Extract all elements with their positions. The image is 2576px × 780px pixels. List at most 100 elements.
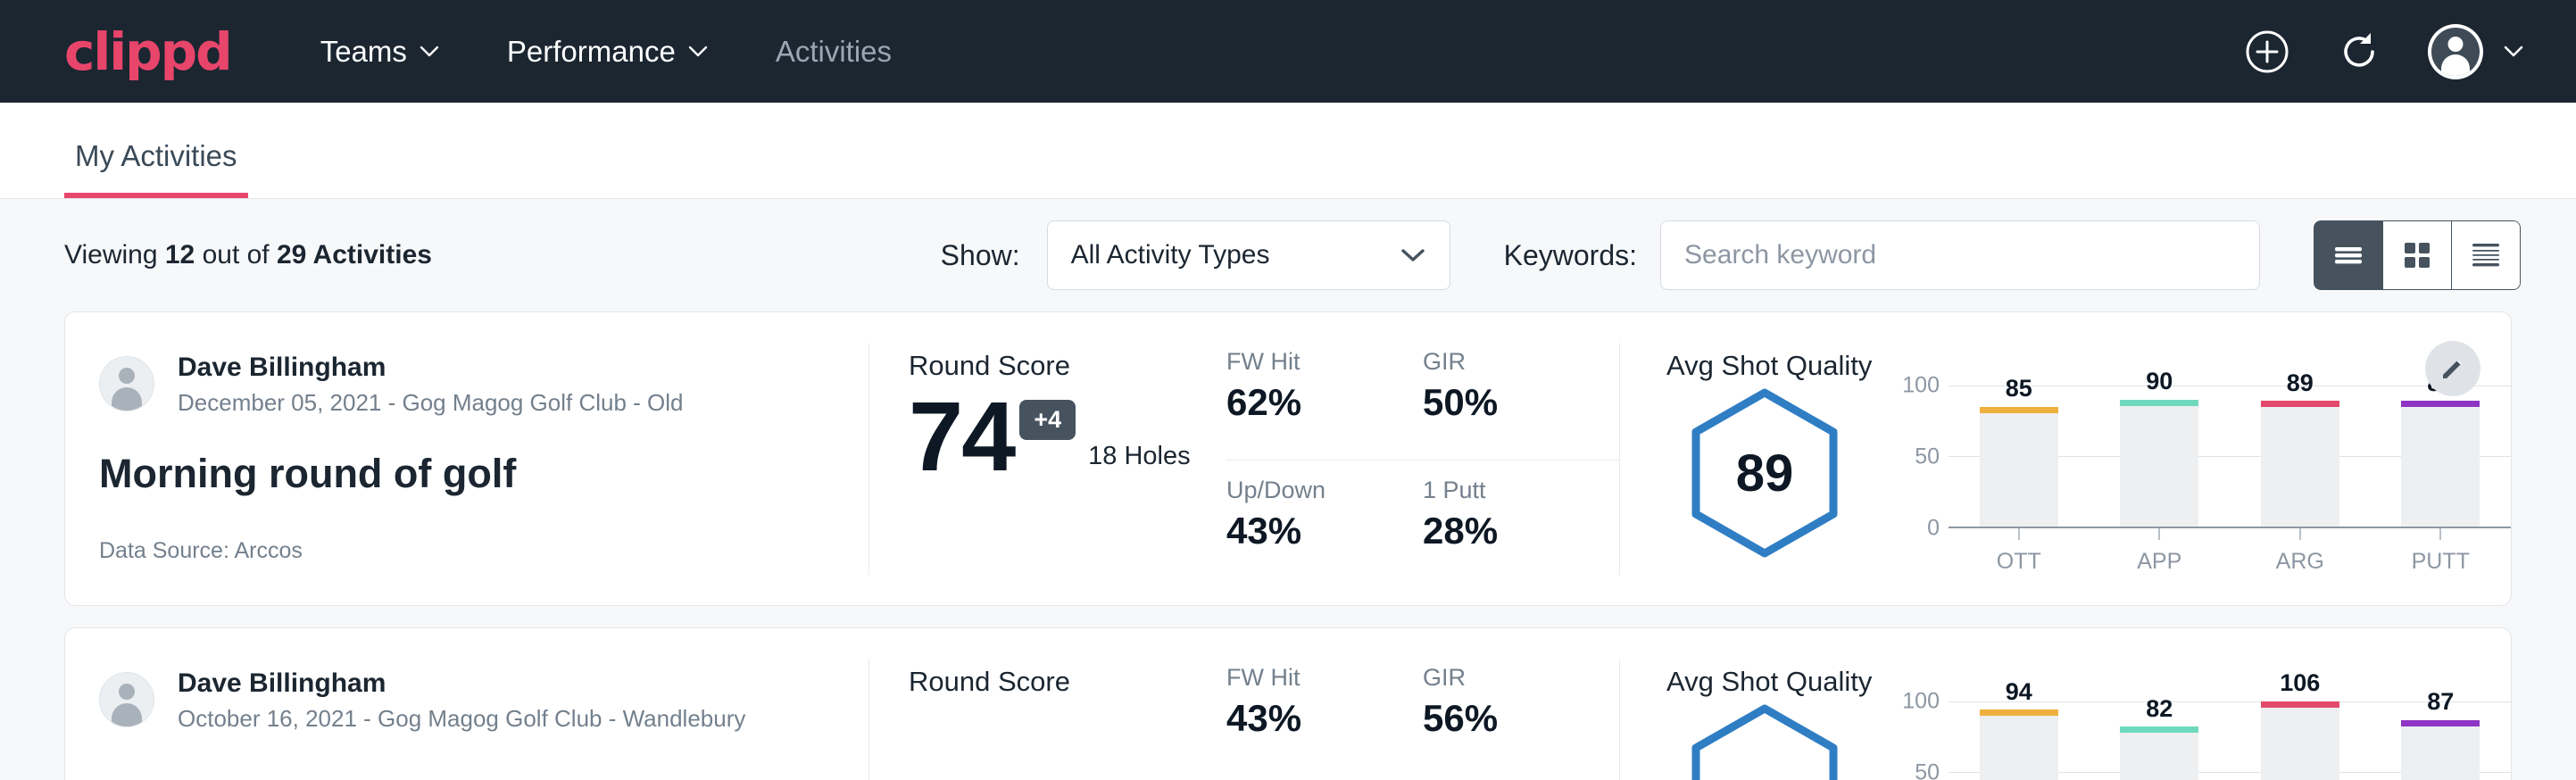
chart-y-axis: 100 50 0 [1893, 701, 1949, 780]
stat-up-down-label: Up/Down [1226, 477, 1400, 504]
stat-gir: GIR 56% [1423, 664, 1619, 780]
bar-value-app: 90 [2146, 368, 2173, 395]
chart-y-axis: 100 50 0 [1893, 386, 1949, 528]
bar-group-arg: 106 [2230, 701, 2371, 780]
y-tick-50: 50 [1915, 760, 1940, 780]
bar-group-app: 90 [2090, 386, 2231, 527]
activity-card-summary: Dave Billingham December 05, 2021 - Gog … [65, 312, 868, 605]
bar-value-app: 82 [2146, 695, 2173, 723]
search-input[interactable] [1660, 220, 2260, 290]
stat-gir-value: 56% [1423, 697, 1596, 740]
user-avatar-icon [2428, 24, 2483, 79]
nav-item-teams[interactable]: Teams [320, 35, 439, 69]
quality-hexagon [1666, 701, 1863, 780]
filter-bar: Viewing 12 out of 29 Activities Show: Al… [0, 199, 2576, 311]
activity-type-select-value: All Activity Types [1071, 240, 1270, 270]
shot-quality-bar-chart: 100 50 0 85 [1863, 386, 2511, 575]
bar-ott [1980, 709, 2058, 780]
view-mode-detail-button[interactable] [2451, 220, 2521, 290]
stat-one-putt: 1 Putt 28% [1423, 477, 1619, 574]
viewing-prefix: Viewing [64, 240, 165, 270]
y-tick-100: 100 [1902, 689, 1940, 715]
x-tick-app: APP [2090, 528, 2231, 575]
stat-fw-hit-label: FW Hit [1226, 348, 1400, 376]
stat-gir-value: 50% [1423, 381, 1596, 424]
chart-x-axis: OTT APP ARG PUTT [1949, 528, 2511, 575]
round-stats-grid: FW Hit 62% GIR 50% Up/Down 43% 1 Putt 28… [1226, 312, 1619, 605]
view-mode-list-button[interactable] [2314, 220, 2383, 290]
activity-card-list: Dave Billingham December 05, 2021 - Gog … [0, 311, 2576, 780]
avg-shot-quality-section: Avg Shot Quality 89 100 50 [1620, 312, 2511, 605]
stat-fw-hit: FW Hit 43% [1226, 664, 1423, 780]
stat-one-putt-value: 28% [1423, 510, 1596, 552]
avg-shot-quality-section: Avg Shot Quality 100 50 [1620, 628, 2511, 780]
viewing-count: 12 [165, 240, 195, 270]
detail-view-icon [2468, 240, 2504, 270]
stat-gir-label: GIR [1423, 664, 1596, 692]
avatar [99, 356, 154, 411]
bar-arg [2261, 701, 2339, 780]
bar-value-arg: 106 [2280, 669, 2320, 697]
shot-quality-bar-chart: 100 50 0 94 [1863, 701, 2511, 780]
activity-card-summary: Dave Billingham October 16, 2021 - Gog M… [65, 628, 868, 780]
chart-plot-area: 85 90 89 [1949, 386, 2511, 528]
activity-card[interactable]: Dave Billingham December 05, 2021 - Gog … [64, 311, 2512, 606]
holes-label: 18 Holes [1088, 442, 1190, 471]
bar-value-arg: 89 [2287, 369, 2314, 397]
bar-putt [2401, 720, 2480, 780]
top-nav-actions [2244, 24, 2524, 79]
bar-value-ott: 85 [2006, 375, 2032, 402]
pencil-icon [2439, 355, 2466, 382]
bar-group-ott: 85 [1949, 386, 2090, 527]
stat-up-down: Up/Down 43% [1226, 477, 1423, 574]
refresh-icon[interactable] [2337, 29, 2381, 74]
activity-data-source: Data Source: Arccos [99, 538, 868, 564]
view-mode-grid-button[interactable] [2382, 220, 2452, 290]
bar-group-putt: 87 [2371, 701, 2512, 780]
tab-my-activities[interactable]: My Activities [64, 139, 248, 198]
bar-group-app: 82 [2090, 701, 2231, 780]
player-name: Dave Billingham [178, 666, 745, 702]
activity-type-select[interactable]: All Activity Types [1047, 220, 1450, 290]
nav-item-performance-label: Performance [507, 35, 676, 69]
filter-controls: Show: All Activity Types Keywords: [941, 220, 2521, 290]
chevron-down-icon [688, 46, 708, 58]
activity-card[interactable]: Dave Billingham October 16, 2021 - Gog M… [64, 627, 2512, 780]
bar-group-putt: 89 [2371, 386, 2512, 527]
x-label-ott: OTT [1997, 549, 2041, 575]
tab-strip: My Activities [0, 103, 2576, 199]
stat-fw-hit-value: 62% [1226, 381, 1400, 424]
edit-activity-button[interactable] [2425, 341, 2480, 396]
nav-item-activities-label: Activities [776, 35, 892, 69]
user-menu[interactable] [2428, 24, 2524, 79]
quality-score-value: 89 [1685, 386, 1844, 560]
nav-item-teams-label: Teams [320, 35, 407, 69]
plus-circle-icon[interactable] [2244, 29, 2290, 75]
view-mode-toggle-group [2314, 220, 2521, 290]
nav-item-activities[interactable]: Activities [776, 35, 892, 69]
bar-value-putt: 87 [2427, 688, 2454, 716]
bar-putt [2401, 401, 2480, 527]
bar-ott [1980, 407, 2058, 527]
list-view-icon [2331, 242, 2366, 269]
bar-value-ott: 94 [2006, 678, 2032, 706]
activity-author: Dave Billingham December 05, 2021 - Gog … [99, 350, 868, 419]
bar-group-ott: 94 [1949, 701, 2090, 780]
activity-meta: October 16, 2021 - Gog Magog Golf Club -… [178, 702, 745, 734]
activity-meta: December 05, 2021 - Gog Magog Golf Club … [178, 386, 684, 419]
player-name: Dave Billingham [178, 350, 684, 386]
nav-item-performance[interactable]: Performance [507, 35, 708, 69]
keywords-label: Keywords: [1504, 239, 1637, 272]
chart-bars: 85 90 89 [1949, 386, 2511, 527]
round-stats-grid: FW Hit 43% GIR 56% [1226, 628, 1619, 780]
stat-fw-hit: FW Hit 62% [1226, 348, 1423, 461]
chevron-down-icon [1400, 240, 1426, 270]
primary-nav: Teams Performance Activities [320, 35, 892, 69]
stat-gir-label: GIR [1423, 348, 1596, 376]
viewing-mid: out of [195, 240, 277, 270]
activity-title: Morning round of golf [99, 451, 868, 497]
quality-score-value [1685, 701, 1844, 780]
chevron-down-icon [420, 46, 439, 58]
clippd-logo[interactable]: clippd [64, 26, 231, 78]
bar-app [2120, 726, 2198, 780]
